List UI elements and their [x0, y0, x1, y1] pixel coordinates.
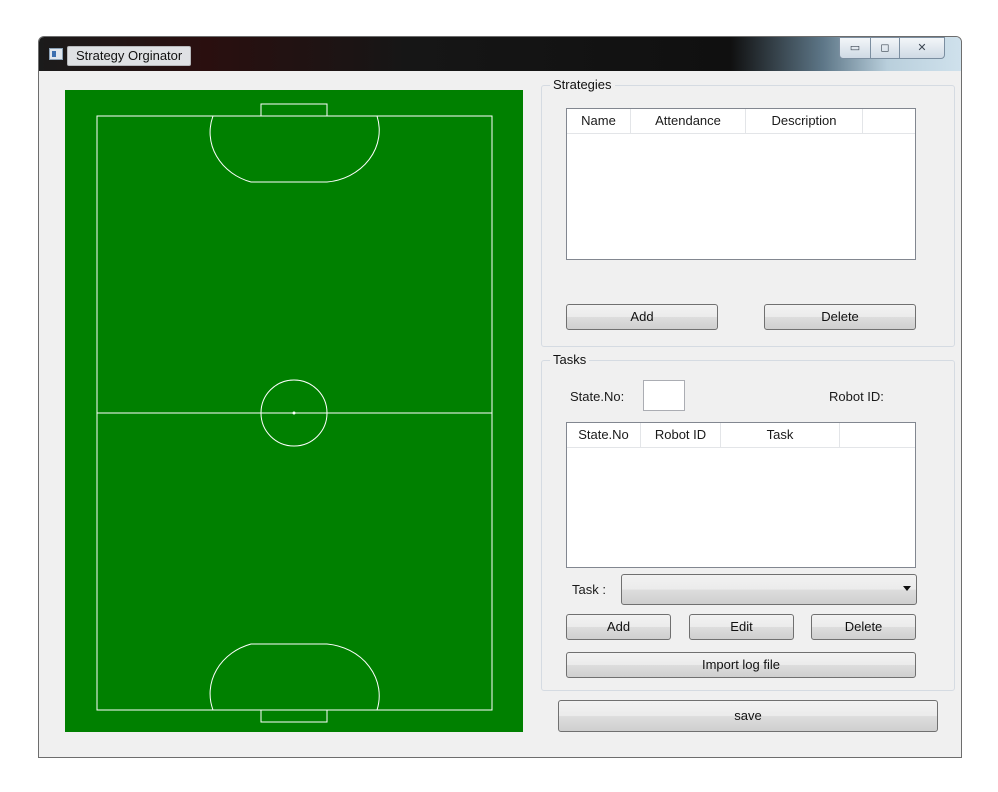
column-header-name[interactable]: Name: [567, 109, 631, 133]
strategies-list[interactable]: Name Attendance Description: [566, 108, 916, 260]
import-log-file-button[interactable]: Import log file: [566, 652, 916, 678]
window-title: Strategy Orginator: [67, 46, 192, 66]
app-window: Strategy Orginator ▭ ◻ ✕ Strategies Name…: [38, 36, 962, 758]
tasks-group-label: Tasks: [550, 352, 590, 368]
center-spot: [292, 411, 296, 415]
strategies-group-label: Strategies: [550, 77, 615, 93]
delete-task-button[interactable]: Delete: [811, 614, 916, 640]
task-label: Task :: [572, 582, 606, 597]
column-header-description[interactable]: Description: [746, 109, 863, 133]
state-no-label: State.No:: [570, 389, 625, 404]
state-no-input[interactable]: [643, 380, 685, 411]
tasks-group: Tasks State.No: Robot ID: State.No Robot…: [541, 352, 955, 691]
close-icon[interactable]: ✕: [899, 37, 945, 59]
column-header-task[interactable]: Task: [721, 423, 840, 447]
edit-task-button[interactable]: Edit: [689, 614, 794, 640]
add-strategy-button[interactable]: Add: [566, 304, 718, 330]
bottom-goal: [260, 709, 328, 723]
strategies-list-header: Name Attendance Description: [567, 109, 915, 134]
maximize-icon[interactable]: ◻: [870, 37, 900, 59]
delete-strategy-button[interactable]: Delete: [764, 304, 916, 330]
save-button[interactable]: save: [558, 700, 938, 732]
strategies-group: Strategies Name Attendance Description A…: [541, 77, 955, 347]
tasks-list[interactable]: State.No Robot ID Task: [566, 422, 916, 568]
field-lines: [96, 103, 493, 723]
column-header-state-no[interactable]: State.No: [567, 423, 641, 447]
add-task-button[interactable]: Add: [566, 614, 671, 640]
tasks-list-header: State.No Robot ID Task: [567, 423, 915, 448]
chevron-down-icon: [903, 586, 911, 591]
top-goal: [260, 103, 328, 117]
soccer-field[interactable]: [65, 90, 523, 732]
robot-id-label: Robot ID:: [829, 389, 884, 404]
column-header-attendance[interactable]: Attendance: [631, 109, 746, 133]
task-select[interactable]: [621, 574, 917, 605]
bottom-penalty-area: [209, 643, 380, 711]
minimize-icon[interactable]: ▭: [839, 37, 871, 59]
top-penalty-area: [209, 115, 380, 183]
column-header-robot-id[interactable]: Robot ID: [641, 423, 721, 447]
app-icon: [49, 48, 63, 60]
title-bar[interactable]: Strategy Orginator ▭ ◻ ✕: [39, 37, 961, 71]
